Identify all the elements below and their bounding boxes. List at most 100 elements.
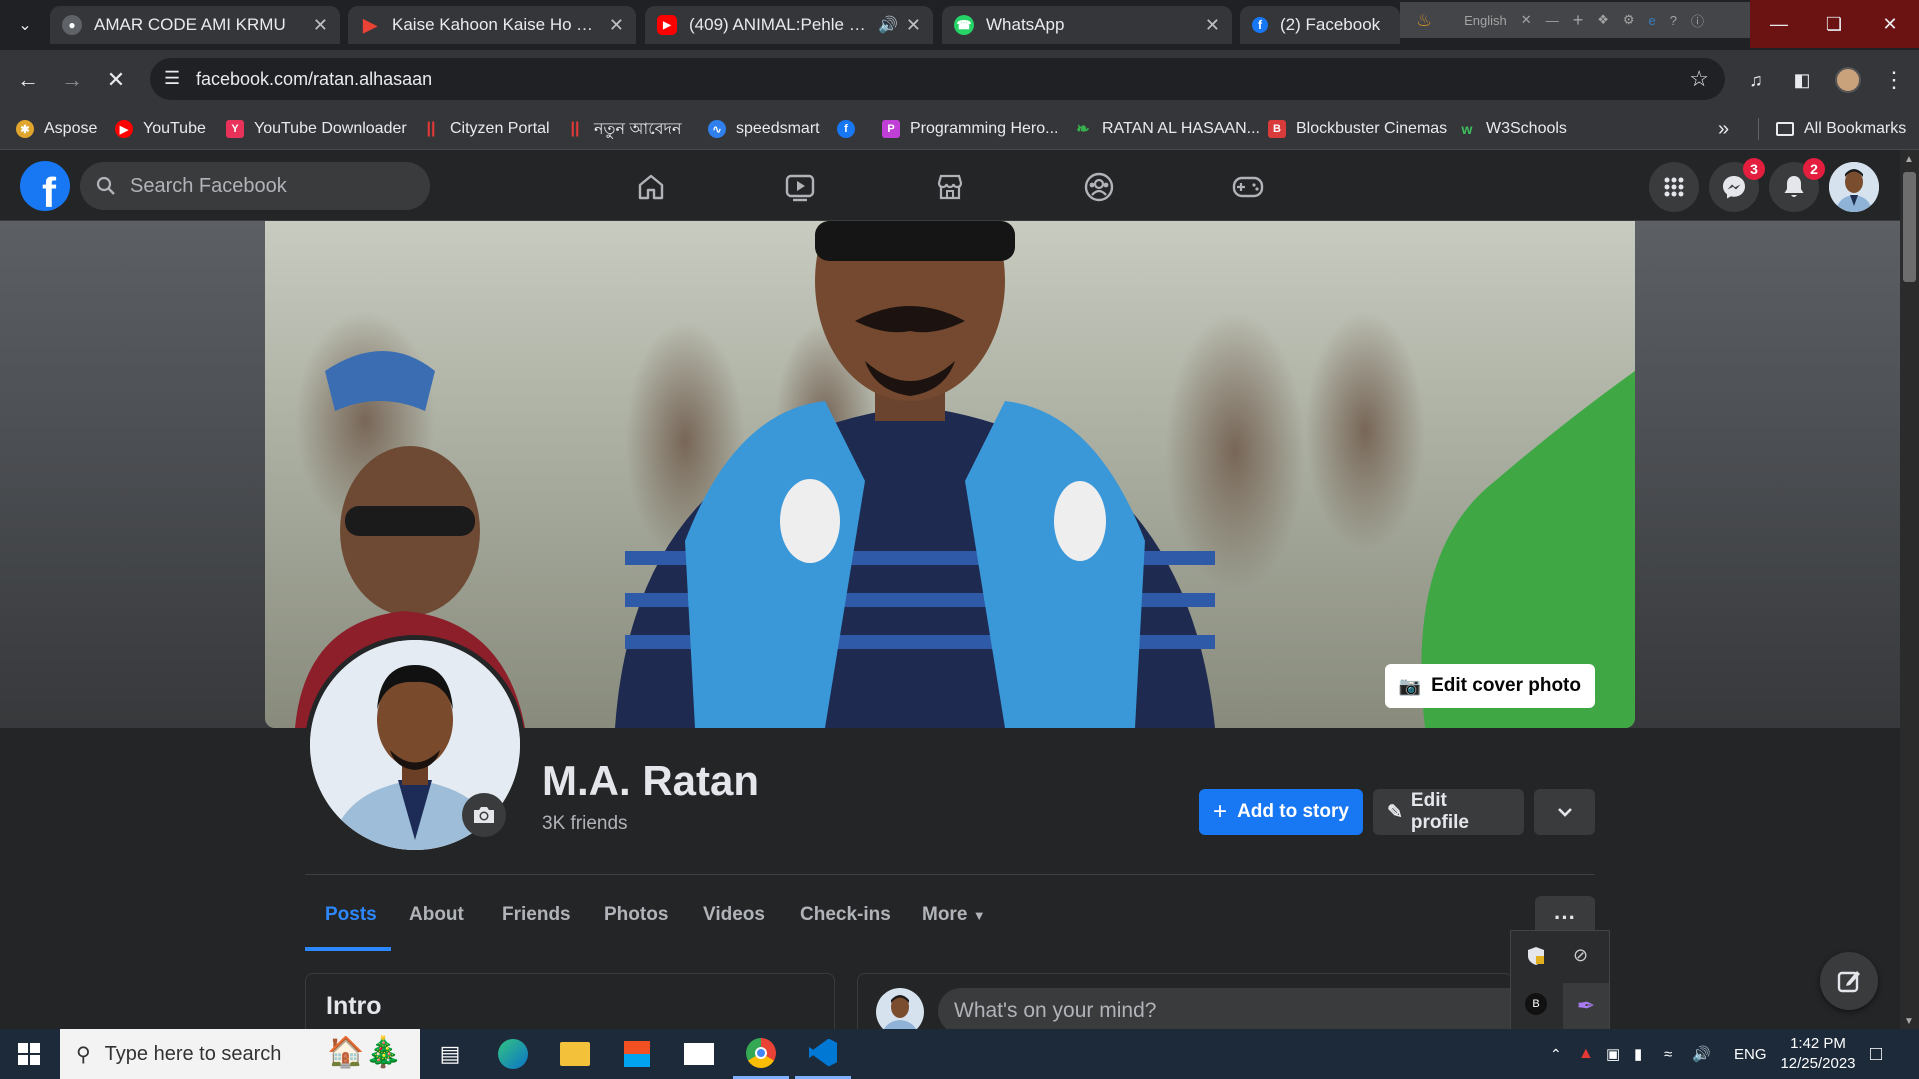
vscode-icon[interactable] xyxy=(795,1029,851,1079)
bookmark-item[interactable]: P Programming Hero... xyxy=(882,116,1059,142)
menu-grid-icon[interactable] xyxy=(1649,162,1699,212)
gaming-icon[interactable] xyxy=(1193,162,1303,212)
close-tab-icon[interactable]: ✕ xyxy=(906,15,921,36)
bookmark-item[interactable]: w W3Schools xyxy=(1458,116,1567,142)
mail-icon[interactable] xyxy=(671,1029,727,1079)
marketplace-icon[interactable] xyxy=(895,162,1005,212)
edit-cover-photo-button[interactable]: 📷 Edit cover photo xyxy=(1384,664,1595,708)
page-scrollbar[interactable]: ▲ ▼ xyxy=(1900,150,1919,1029)
acrobat-tray-icon[interactable]: ▲ xyxy=(1578,1029,1594,1079)
bookmark-item[interactable]: || Cityzen Portal xyxy=(422,116,550,142)
extension-b-icon[interactable]: B xyxy=(1525,993,1547,1015)
facebook-logo-icon[interactable]: f xyxy=(20,161,70,211)
edge-icon[interactable]: e xyxy=(1649,13,1656,28)
help-icon[interactable]: ? xyxy=(1670,13,1677,28)
account-avatar[interactable] xyxy=(1829,162,1879,212)
more-bookmarks-chevron-icon[interactable]: » xyxy=(1718,116,1729,142)
shield-icon[interactable] xyxy=(1525,945,1547,967)
whats-on-your-mind-input[interactable]: What's on your mind? xyxy=(938,988,1538,1034)
url-text[interactable]: facebook.com/ratan.alhasaan xyxy=(196,69,432,90)
taskbar-search-box[interactable]: ⚲ Type here to search 🏠🎄 xyxy=(60,1029,420,1079)
tab-more[interactable]: More ▼ xyxy=(922,904,986,926)
chrome-menu-icon[interactable]: ⋮ xyxy=(1878,64,1910,96)
notification-center-icon[interactable]: □ xyxy=(1870,1029,1882,1079)
wifi-icon[interactable]: ≈ xyxy=(1664,1029,1672,1079)
edit-profile-button[interactable]: ✎ Edit profile xyxy=(1373,789,1524,835)
edge-browser-icon[interactable] xyxy=(485,1029,541,1079)
tab-search-chevron-icon[interactable]: ⌄ xyxy=(12,12,38,38)
microsoft-store-icon[interactable] xyxy=(609,1029,665,1079)
tab-friends[interactable]: Friends xyxy=(502,904,571,926)
new-tab-icon[interactable]: + xyxy=(1573,10,1584,31)
info-icon[interactable]: ⓘ xyxy=(1691,11,1704,30)
settings-icon[interactable]: ⚙ xyxy=(1623,12,1635,28)
back-arrow-icon[interactable]: ← xyxy=(12,64,44,96)
feather-icon[interactable]: ✒ xyxy=(1563,983,1609,1029)
side-panel-icon[interactable]: ◧ xyxy=(1786,64,1818,96)
update-profile-picture-camera-icon[interactable] xyxy=(462,793,506,837)
close-icon[interactable]: ✕ xyxy=(1521,12,1532,28)
tray-chevron-up-icon[interactable]: ⌃ xyxy=(1550,1029,1562,1079)
bookmark-star-icon[interactable]: ☆ xyxy=(1689,66,1709,92)
bookmark-item[interactable]: B Blockbuster Cinemas xyxy=(1268,116,1447,142)
tab-photos[interactable]: Photos xyxy=(604,904,668,926)
search-box[interactable] xyxy=(80,162,430,210)
tab-about[interactable]: About xyxy=(409,904,464,926)
tab-posts[interactable]: Posts xyxy=(325,904,377,926)
window-minimize-icon[interactable]: — xyxy=(1750,0,1808,48)
bookmark-item[interactable]: ✱ Aspose xyxy=(16,116,97,142)
bookmark-item[interactable]: ❧ RATAN AL HASAAN... xyxy=(1074,116,1260,142)
window-close-icon[interactable]: ✕ xyxy=(1861,0,1919,48)
scroll-down-arrow-icon[interactable]: ▼ xyxy=(1904,1016,1914,1027)
browser-tab[interactable]: ▶ Kaise Kahoon Kaise Ho Tum Lyr ✕ xyxy=(348,6,636,44)
browser-tab-active[interactable]: f (2) Facebook xyxy=(1240,6,1400,44)
task-view-icon[interactable]: ▤ xyxy=(422,1029,478,1079)
speaker-icon[interactable]: 🔊 xyxy=(878,15,898,35)
bookmark-item[interactable]: ∿ speedsmart xyxy=(708,116,820,142)
new-message-compose-icon[interactable] xyxy=(1820,952,1878,1010)
scrollbar-thumb[interactable] xyxy=(1903,172,1916,282)
friends-count[interactable]: 3K friends xyxy=(542,813,628,835)
bookmark-item[interactable]: ▶ YouTube xyxy=(115,116,206,142)
eye-off-icon[interactable]: ⊘ xyxy=(1573,945,1597,967)
groups-icon[interactable] xyxy=(1044,162,1154,212)
close-tab-icon[interactable]: ✕ xyxy=(609,15,624,36)
minimize-icon[interactable]: — xyxy=(1546,13,1559,28)
profile-avatar[interactable] xyxy=(1832,64,1864,96)
profile-more-dropdown[interactable] xyxy=(1534,789,1595,835)
chrome-icon[interactable] xyxy=(733,1029,789,1079)
bookmark-item[interactable]: Y YouTube Downloader xyxy=(226,116,407,142)
site-info-icon[interactable]: ☰ xyxy=(164,68,180,89)
volume-icon[interactable]: 🔊 xyxy=(1692,1029,1711,1079)
tab-videos[interactable]: Videos xyxy=(703,904,765,926)
input-language[interactable]: ENG xyxy=(1734,1029,1767,1079)
home-icon[interactable] xyxy=(596,162,706,212)
meet-tray-icon[interactable]: ▣ xyxy=(1606,1029,1620,1079)
forward-arrow-icon[interactable]: → xyxy=(56,64,88,96)
all-bookmarks-button[interactable]: All Bookmarks xyxy=(1776,116,1906,142)
address-bar[interactable]: ☰ facebook.com/ratan.alhasaan ☆ xyxy=(150,58,1725,100)
add-to-story-button[interactable]: + Add to story xyxy=(1199,789,1363,835)
file-explorer-icon[interactable] xyxy=(547,1029,603,1079)
translate-language[interactable]: English xyxy=(1464,13,1507,28)
tab-check-ins[interactable]: Check-ins xyxy=(800,904,891,926)
close-tab-icon[interactable]: ✕ xyxy=(1205,15,1220,36)
windows-start-icon[interactable] xyxy=(0,1029,58,1079)
battery-icon[interactable]: ▮ xyxy=(1634,1029,1642,1079)
notifications-bell-icon[interactable]: 2 xyxy=(1769,158,1825,212)
translate-logo-icon[interactable]: ♨ xyxy=(1416,10,1432,31)
close-tab-icon[interactable]: ✕ xyxy=(313,15,328,36)
bookmark-item[interactable]: f xyxy=(837,116,865,142)
bookmark-item[interactable]: || নতুন আবেদন xyxy=(566,116,682,142)
browser-tab[interactable]: ▶ (409) ANIMAL:Pehle Bhi Ma 🔊 ✕ xyxy=(645,6,933,44)
watch-video-icon[interactable] xyxy=(745,162,855,212)
messenger-icon[interactable]: 3 xyxy=(1709,158,1765,212)
clock[interactable]: 1:42 PM 12/25/2023 xyxy=(1778,1029,1858,1079)
window-restore-icon[interactable]: ❏ xyxy=(1805,0,1863,48)
search-input[interactable] xyxy=(128,173,408,199)
media-control-icon[interactable]: ♫ xyxy=(1740,64,1772,96)
stop-loading-icon[interactable]: ✕ xyxy=(100,64,132,96)
pin-icon[interactable]: ❖ xyxy=(1597,12,1609,28)
browser-tab[interactable]: ☎ WhatsApp ✕ xyxy=(942,6,1232,44)
browser-tab[interactable]: ● AMAR CODE AMI KRMU ✕ xyxy=(50,6,340,44)
